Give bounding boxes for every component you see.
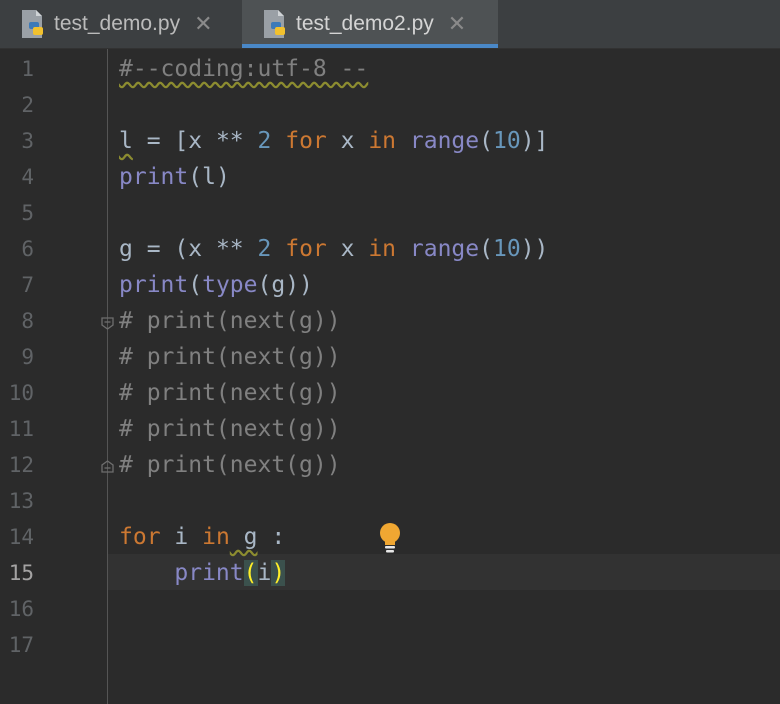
number-literal: 10 (493, 128, 521, 154)
code-line-14[interactable]: for i in g : (119, 519, 285, 555)
builtin-function: print (119, 164, 189, 190)
code-text: = [x (132, 128, 216, 154)
line-number[interactable]: 2 (0, 87, 34, 123)
matched-brace: ( (243, 560, 258, 586)
code-editor[interactable]: 1 2 3 4 5 6 7 8 9 10 11 12 13 14 15 16 17 #--coding:utf-… (0, 49, 780, 704)
line-number[interactable]: 10 (0, 375, 34, 411)
tab-label: test_demo.py (54, 12, 181, 35)
keyword: for (285, 236, 327, 262)
code-text: (g)) (257, 272, 313, 298)
code-text: x (326, 236, 369, 262)
tab-test-demo[interactable]: test_demo.py ✕ (0, 0, 238, 48)
line-number[interactable]: 16 (0, 591, 34, 627)
code-text: i (160, 524, 203, 550)
code-line-3[interactable]: l = [x ** 2 for x in range(10)] (119, 123, 548, 159)
code-line-15[interactable]: print(i) (119, 555, 286, 591)
code-text: (l) (188, 164, 230, 190)
code-text: )) (520, 236, 549, 262)
number-literal: 2 (257, 128, 272, 154)
code-text: x (326, 128, 369, 154)
variable-l: l (119, 128, 133, 154)
keyword: for (285, 128, 327, 154)
tab-test-demo2[interactable]: test_demo2.py ✕ (242, 0, 498, 48)
code-line-1[interactable]: #--coding:utf-8 -- (119, 51, 368, 87)
variable-g: g (229, 524, 258, 550)
line-number[interactable]: 3 (0, 123, 34, 159)
operator: ** (215, 236, 244, 262)
builtin-function: range (409, 128, 480, 154)
tab-label: test_demo2.py (296, 12, 434, 35)
fold-start-icon[interactable] (101, 317, 114, 330)
encoding-comment: #--coding:utf-8 -- (119, 56, 369, 82)
code-text: ( (479, 128, 493, 154)
line-number[interactable]: 5 (0, 195, 34, 231)
line-number[interactable]: 1 (0, 51, 34, 87)
code-text: g = (x (119, 236, 216, 262)
code-line-12[interactable]: # print(next(g)) (119, 447, 341, 483)
code-text: ( (479, 236, 493, 262)
lightbulb-icon[interactable] (378, 522, 402, 554)
code-line-6[interactable]: g = (x ** 2 for x in range(10)) (119, 231, 548, 267)
line-number[interactable]: 7 (0, 267, 34, 303)
code-text: )] (520, 128, 549, 154)
fold-end-icon[interactable] (101, 460, 114, 473)
builtin-function: range (409, 236, 480, 262)
line-number[interactable]: 15 (0, 555, 34, 591)
builtin-function: print (174, 560, 244, 586)
line-number[interactable]: 9 (0, 339, 34, 375)
line-number[interactable]: 17 (0, 627, 34, 663)
code-line-4[interactable]: print(l) (119, 159, 230, 195)
code-text: i (257, 560, 272, 586)
gutter-divider (107, 49, 108, 704)
close-tab-icon[interactable]: ✕ (194, 11, 212, 37)
number-literal: 2 (257, 236, 272, 262)
builtin-function: type (202, 272, 258, 298)
close-tab-icon[interactable]: ✕ (448, 11, 466, 37)
line-number[interactable]: 8 (0, 303, 34, 339)
code-line-9[interactable]: # print(next(g)) (119, 339, 341, 375)
keyword: in (202, 524, 230, 550)
matched-brace: ) (271, 560, 286, 586)
python-file-icon (262, 9, 288, 39)
code-line-11[interactable]: # print(next(g)) (119, 411, 341, 447)
line-number[interactable]: 11 (0, 411, 34, 447)
number-literal: 10 (492, 236, 521, 262)
code-text: : (257, 524, 286, 550)
code-line-7[interactable]: print(type(g)) (119, 267, 313, 303)
python-file-icon (20, 9, 46, 39)
line-number[interactable]: 14 (0, 519, 34, 555)
code-text: ( (188, 272, 203, 298)
editor-tab-bar: test_demo.py ✕ test_demo2.py ✕ (0, 0, 780, 49)
keyword: for (119, 524, 161, 550)
line-number[interactable]: 6 (0, 231, 34, 267)
operator: ** (215, 128, 244, 154)
keyword: in (368, 128, 397, 154)
code-line-10[interactable]: # print(next(g)) (119, 375, 341, 411)
line-number[interactable]: 12 (0, 447, 34, 483)
keyword: in (368, 236, 397, 262)
builtin-function: print (119, 272, 189, 298)
line-number[interactable]: 13 (0, 483, 34, 519)
line-number[interactable]: 4 (0, 159, 34, 195)
code-line-8[interactable]: # print(next(g)) (119, 303, 341, 339)
